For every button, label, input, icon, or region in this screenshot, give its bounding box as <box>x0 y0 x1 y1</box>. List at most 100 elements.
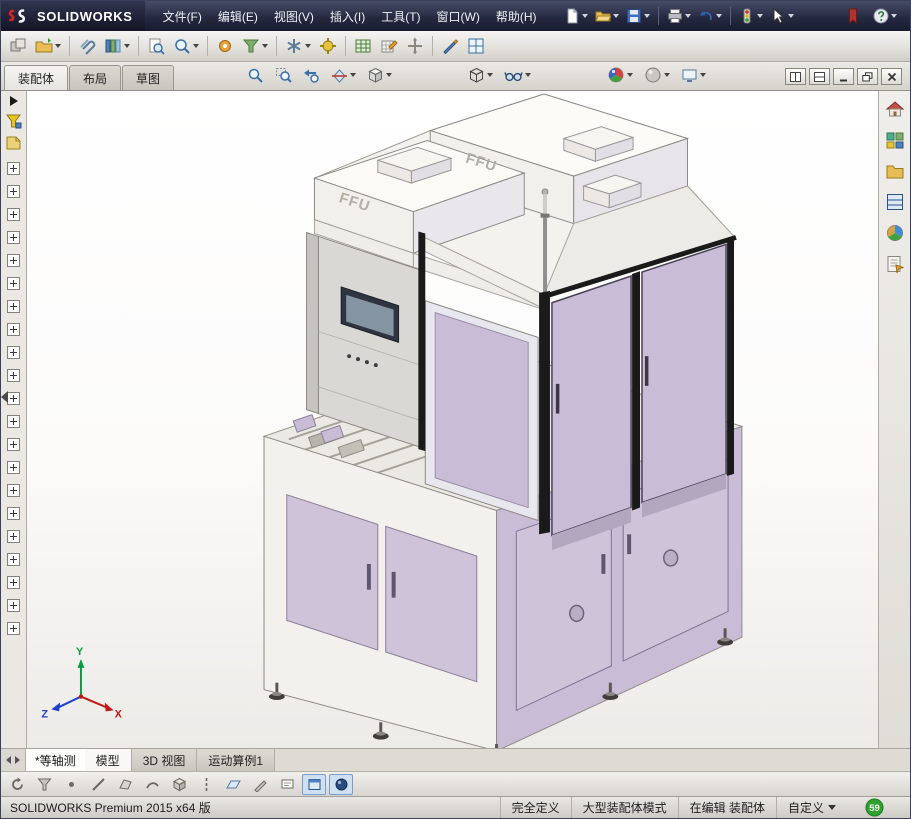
filter-solid-button[interactable] <box>167 774 191 795</box>
tree-node-expand[interactable] <box>7 254 20 267</box>
control-panel-tower[interactable] <box>306 231 421 448</box>
menu-file[interactable]: 文件(F) <box>155 4 210 29</box>
tree-node-expand[interactable] <box>7 530 20 543</box>
menu-help[interactable]: 帮助(H) <box>488 4 545 29</box>
tab-sketch[interactable]: 草图 <box>122 65 175 90</box>
bookmark-button[interactable] <box>844 6 862 26</box>
filter-annotation-button[interactable] <box>275 774 299 795</box>
assembly-tool-button-12[interactable] <box>377 35 401 57</box>
tab-scroll-left-icon[interactable] <box>6 756 11 764</box>
assembly-tool-button-15[interactable] <box>464 35 488 57</box>
large-assembly-mode[interactable]: 大型装配体模式 <box>570 797 678 818</box>
window-pane-button-1[interactable] <box>785 68 806 85</box>
filter-toggle-button[interactable] <box>32 774 56 795</box>
door-handle[interactable] <box>391 571 396 598</box>
section-view-button[interactable] <box>328 65 359 86</box>
tree-node-expand[interactable] <box>7 300 20 313</box>
view-palette-button[interactable] <box>884 191 906 213</box>
tree-node-expand[interactable] <box>7 507 20 520</box>
menu-view[interactable]: 视图(V) <box>266 4 322 29</box>
print-button[interactable] <box>664 6 694 26</box>
tab-scroll-right-icon[interactable] <box>15 756 20 764</box>
tree-node-expand[interactable] <box>7 576 20 589</box>
tab-3d-views[interactable]: 3D 视图 <box>131 749 198 771</box>
graphics-area[interactable]: FFU FFU Y X Z <box>27 91 878 748</box>
tree-node-expand[interactable] <box>7 185 20 198</box>
tree-node-expand[interactable] <box>7 369 20 382</box>
tab-assembly[interactable]: 装配体 <box>4 65 69 90</box>
tree-node-expand[interactable] <box>7 415 20 428</box>
door-handle[interactable] <box>627 534 632 555</box>
assembly-tool-button-4[interactable] <box>101 35 133 57</box>
filter-sketch-button[interactable] <box>248 774 272 795</box>
front-window-panel[interactable] <box>424 300 539 522</box>
menu-insert[interactable]: 插入(I) <box>322 4 373 29</box>
tree-node-expand[interactable] <box>7 162 20 175</box>
display-style-button[interactable] <box>465 65 496 86</box>
undo-button[interactable] <box>695 6 725 26</box>
notification-badge[interactable]: 59 <box>865 798 884 817</box>
tree-node-expand[interactable] <box>7 346 20 359</box>
menu-edit[interactable]: 编辑(E) <box>210 4 266 29</box>
refresh-filter-button[interactable] <box>5 774 29 795</box>
select-button[interactable] <box>767 6 797 26</box>
assembly-tool-button-10[interactable] <box>316 35 340 57</box>
window-door-1[interactable] <box>551 274 632 537</box>
window-handle[interactable] <box>644 356 649 386</box>
tree-node-expand[interactable] <box>7 553 20 566</box>
assembly-tool-button-11[interactable] <box>351 35 375 57</box>
previous-view-button[interactable] <box>300 65 323 86</box>
filter-surface-button[interactable] <box>140 774 164 795</box>
panel-splitter-arrow-icon[interactable] <box>1 391 8 403</box>
assembly-tool-button-7[interactable] <box>213 35 237 57</box>
close-button[interactable] <box>881 68 902 85</box>
menu-window[interactable]: 窗口(W) <box>429 4 488 29</box>
assembly-tool-button-9[interactable] <box>282 35 314 57</box>
tree-node-expand[interactable] <box>7 461 20 474</box>
window-pane-button-2[interactable] <box>809 68 830 85</box>
assembly-tool-button-3[interactable] <box>75 35 99 57</box>
tree-node-expand[interactable] <box>7 392 20 405</box>
assembly-tool-button-6[interactable] <box>170 35 202 57</box>
filter-plane-button[interactable] <box>221 774 245 795</box>
help-button[interactable] <box>870 6 900 26</box>
assembly-tool-button-8[interactable] <box>239 35 271 57</box>
filter-axis-button[interactable] <box>194 774 218 795</box>
filter-window-button[interactable] <box>302 773 326 795</box>
assembly-tool-button-1[interactable] <box>6 35 30 57</box>
design-binder-icon[interactable] <box>5 134 22 151</box>
door-handle[interactable] <box>366 563 371 590</box>
assembly-tool-button-13[interactable] <box>403 35 427 57</box>
tree-node-expand[interactable] <box>7 438 20 451</box>
tree-node-expand[interactable] <box>7 277 20 290</box>
orientation-triad[interactable]: Y X Z <box>41 646 122 720</box>
tree-node-expand[interactable] <box>7 599 20 612</box>
apply-scene-button[interactable] <box>641 64 673 86</box>
customize-control[interactable]: 自定义 <box>775 797 847 818</box>
window-door-2[interactable] <box>641 243 727 504</box>
zoom-area-button[interactable] <box>272 65 295 86</box>
model-3d-view[interactable]: FFU FFU Y X Z <box>27 91 878 748</box>
save-button[interactable] <box>623 6 653 26</box>
tab-motion-study-1[interactable]: 运动算例1 <box>197 749 276 771</box>
new-document-button[interactable] <box>561 6 591 26</box>
zoom-fit-button[interactable] <box>244 65 267 86</box>
tree-node-expand[interactable] <box>7 622 20 635</box>
solidworks-resources-button[interactable] <box>884 98 906 120</box>
door-handle[interactable] <box>601 554 606 574</box>
tab-model[interactable]: 模型 <box>84 749 132 771</box>
design-library-button[interactable] <box>884 129 906 151</box>
filter-edges-button[interactable] <box>86 774 110 795</box>
window-handle[interactable] <box>555 383 560 414</box>
file-explorer-button[interactable] <box>884 160 906 182</box>
edit-appearance-button[interactable] <box>604 64 636 86</box>
filter-sphere-button[interactable] <box>329 773 353 795</box>
view-settings-button[interactable] <box>678 65 709 86</box>
assembly-tool-button-14[interactable] <box>438 35 462 57</box>
hide-show-items-button[interactable] <box>501 65 534 86</box>
tree-node-expand[interactable] <box>7 484 20 497</box>
rebuild-button[interactable] <box>736 6 766 26</box>
appearances-scenes-button[interactable] <box>884 222 906 244</box>
tree-node-expand[interactable] <box>7 231 20 244</box>
tab-layout[interactable]: 布局 <box>69 65 122 90</box>
